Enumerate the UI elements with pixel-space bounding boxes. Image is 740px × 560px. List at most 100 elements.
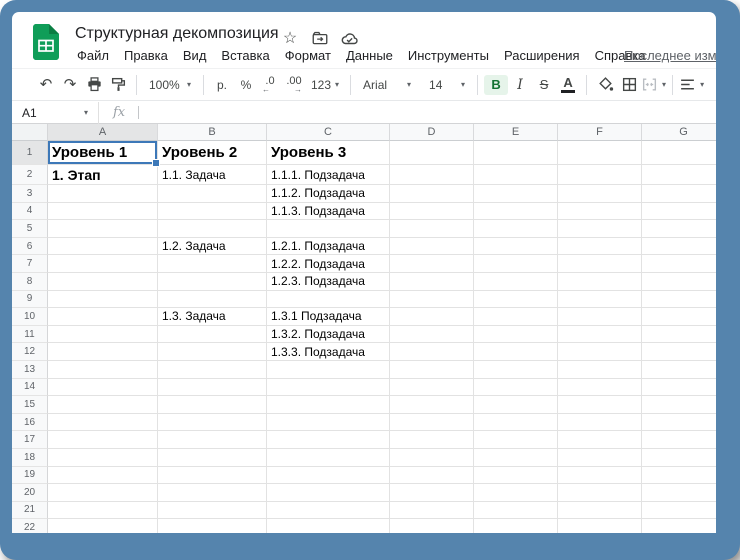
menu-item-insert[interactable]: Вставка [219, 48, 271, 63]
cell-C14[interactable] [267, 379, 390, 397]
cell-A9[interactable] [48, 291, 158, 309]
cell-E14[interactable] [474, 379, 558, 397]
cell-C21[interactable] [267, 502, 390, 520]
cell-B13[interactable] [158, 361, 267, 379]
cell-B22[interactable] [158, 519, 267, 533]
cell-G16[interactable] [642, 414, 716, 432]
cell-F6[interactable] [558, 238, 642, 256]
column-header-F[interactable]: F [558, 124, 642, 141]
cell-B15[interactable] [158, 396, 267, 414]
cell-F19[interactable] [558, 467, 642, 485]
cell-G21[interactable] [642, 502, 716, 520]
cell-E13[interactable] [474, 361, 558, 379]
cell-E16[interactable] [474, 414, 558, 432]
cell-B14[interactable] [158, 379, 267, 397]
cell-G1[interactable] [642, 141, 716, 165]
cell-F11[interactable] [558, 326, 642, 344]
cell-A20[interactable] [48, 484, 158, 502]
cell-G9[interactable] [642, 291, 716, 309]
cell-F15[interactable] [558, 396, 642, 414]
row-header-4[interactable]: 4 [12, 203, 48, 221]
cell-C8[interactable]: 1.2.3. Подзадача [267, 273, 390, 291]
cell-F5[interactable] [558, 220, 642, 238]
merge-cells-button[interactable]: ▾ [641, 73, 666, 97]
cell-D22[interactable] [390, 519, 474, 533]
column-header-E[interactable]: E [474, 124, 558, 141]
row-header-7[interactable]: 7 [12, 255, 48, 273]
cell-D12[interactable] [390, 343, 474, 361]
cell-C4[interactable]: 1.1.3. Подзадача [267, 203, 390, 221]
cell-C2[interactable]: 1.1.1. Подзадача [267, 165, 390, 185]
cell-D3[interactable] [390, 185, 474, 203]
cell-B17[interactable] [158, 431, 267, 449]
cell-A8[interactable] [48, 273, 158, 291]
cell-A4[interactable] [48, 203, 158, 221]
cell-D11[interactable] [390, 326, 474, 344]
cell-B16[interactable] [158, 414, 267, 432]
cell-A15[interactable] [48, 396, 158, 414]
cell-F9[interactable] [558, 291, 642, 309]
row-header-18[interactable]: 18 [12, 449, 48, 467]
column-header-G[interactable]: G [642, 124, 716, 141]
cell-G19[interactable] [642, 467, 716, 485]
cell-A6[interactable] [48, 238, 158, 256]
cell-A18[interactable] [48, 449, 158, 467]
cell-D14[interactable] [390, 379, 474, 397]
cell-D1[interactable] [390, 141, 474, 165]
cell-F3[interactable] [558, 185, 642, 203]
horizontal-align-button[interactable]: ▾ [679, 73, 704, 97]
text-color-button[interactable]: A [556, 73, 580, 97]
cell-E6[interactable] [474, 238, 558, 256]
menu-item-file[interactable]: Файл [75, 48, 111, 63]
cell-F22[interactable] [558, 519, 642, 533]
percent-format-button[interactable]: % [234, 73, 258, 97]
cell-C5[interactable] [267, 220, 390, 238]
column-header-B[interactable]: B [158, 124, 267, 141]
fill-color-button[interactable] [593, 73, 617, 97]
column-header-A[interactable]: A [48, 124, 158, 141]
row-header-13[interactable]: 13 [12, 361, 48, 379]
cell-E22[interactable] [474, 519, 558, 533]
cell-B10[interactable]: 1.3. Задача [158, 308, 267, 326]
cell-C22[interactable] [267, 519, 390, 533]
last-edited-link[interactable]: Последнее изменен [624, 48, 716, 63]
row-header-15[interactable]: 15 [12, 396, 48, 414]
cell-B20[interactable] [158, 484, 267, 502]
bold-button[interactable]: B [484, 73, 508, 97]
cell-E18[interactable] [474, 449, 558, 467]
cell-G10[interactable] [642, 308, 716, 326]
cell-D18[interactable] [390, 449, 474, 467]
row-header-20[interactable]: 20 [12, 484, 48, 502]
name-box[interactable]: A1 ▾ [12, 106, 88, 120]
cell-E17[interactable] [474, 431, 558, 449]
cell-A13[interactable] [48, 361, 158, 379]
cell-D15[interactable] [390, 396, 474, 414]
move-to-folder-button[interactable] [310, 28, 330, 48]
cell-F7[interactable] [558, 255, 642, 273]
row-header-12[interactable]: 12 [12, 343, 48, 361]
cell-F14[interactable] [558, 379, 642, 397]
cell-B19[interactable] [158, 467, 267, 485]
cell-D10[interactable] [390, 308, 474, 326]
cell-D7[interactable] [390, 255, 474, 273]
cell-D16[interactable] [390, 414, 474, 432]
cell-A7[interactable] [48, 255, 158, 273]
cell-E1[interactable] [474, 141, 558, 165]
cell-A2[interactable]: 1. Этап [48, 165, 158, 185]
cell-G7[interactable] [642, 255, 716, 273]
row-header-1[interactable]: 1 [12, 141, 48, 165]
cell-F17[interactable] [558, 431, 642, 449]
cell-F18[interactable] [558, 449, 642, 467]
cell-E7[interactable] [474, 255, 558, 273]
cell-E21[interactable] [474, 502, 558, 520]
cell-D21[interactable] [390, 502, 474, 520]
cell-D13[interactable] [390, 361, 474, 379]
cell-D6[interactable] [390, 238, 474, 256]
cell-E3[interactable] [474, 185, 558, 203]
cell-F1[interactable] [558, 141, 642, 165]
cell-E2[interactable] [474, 165, 558, 185]
cell-G3[interactable] [642, 185, 716, 203]
row-header-19[interactable]: 19 [12, 467, 48, 485]
cell-F4[interactable] [558, 203, 642, 221]
row-header-14[interactable]: 14 [12, 379, 48, 397]
